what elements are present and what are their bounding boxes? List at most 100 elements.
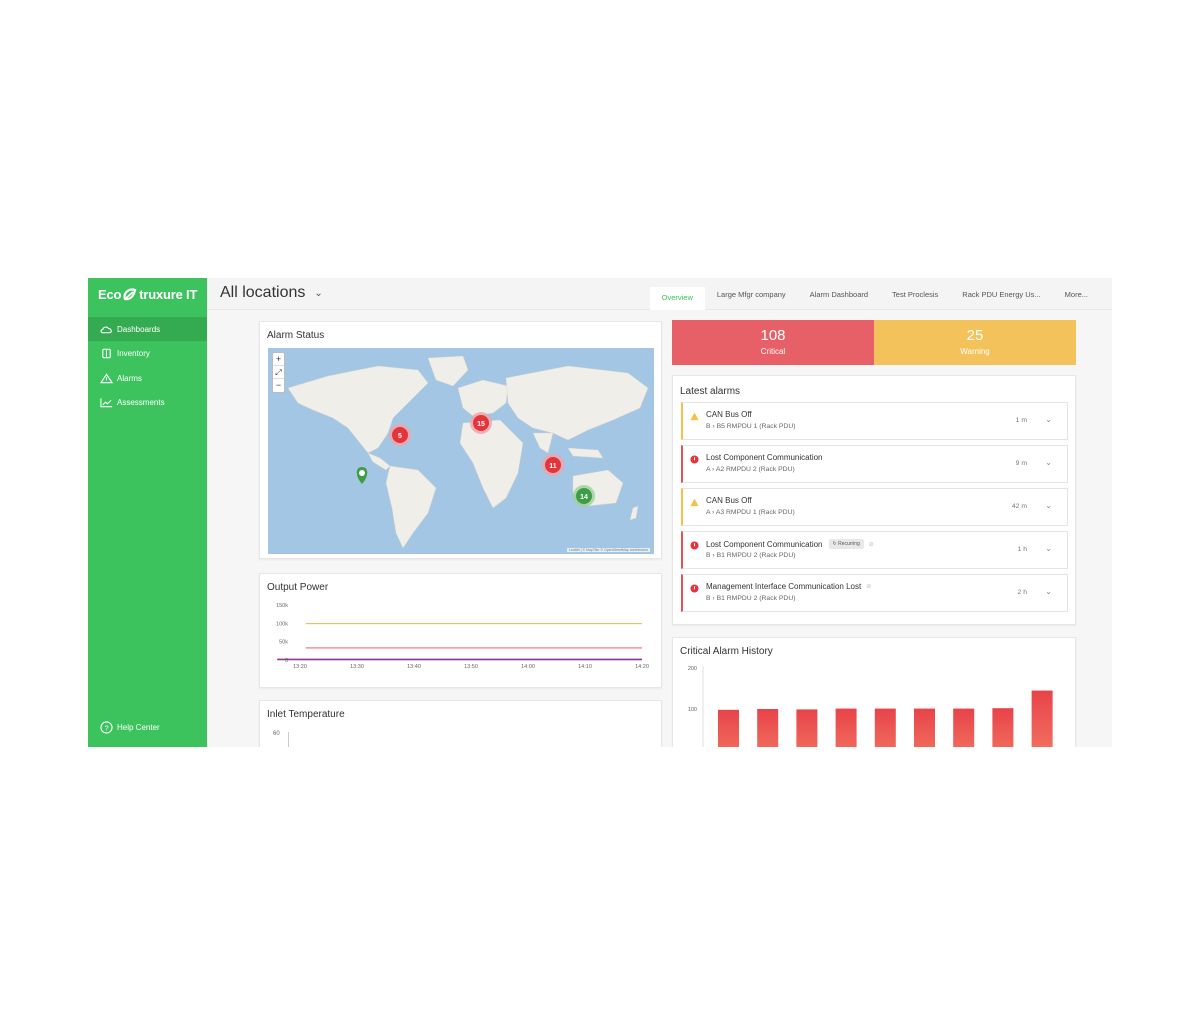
- alarm-time: 2 h: [1017, 589, 1027, 596]
- y-tick-label: 60: [273, 731, 280, 737]
- trend-icon: [100, 397, 113, 408]
- sidebar-item-alarms[interactable]: Alarms: [88, 366, 207, 390]
- tab-overview[interactable]: Overview: [649, 287, 705, 310]
- help-center-label: Help Center: [117, 722, 160, 732]
- alarm-path: B › B1 RMPDU 2 (Rack PDU): [706, 552, 796, 559]
- tab-large-mfgr-company[interactable]: Large Mfgr company: [705, 288, 798, 310]
- tab-more[interactable]: More...: [1053, 288, 1100, 310]
- chevron-down-icon[interactable]: ⌄: [1045, 458, 1052, 467]
- tab-rack-pdu-energy[interactable]: Rack PDU Energy Us...: [950, 288, 1052, 310]
- critical-icon: [690, 584, 699, 593]
- cluster-marker-15[interactable]: 15: [470, 412, 492, 434]
- chevron-down-icon[interactable]: ⌄: [1045, 415, 1052, 424]
- cluster-count: 15: [477, 421, 485, 428]
- sidebar-item-label: Assessments: [117, 398, 165, 407]
- dashboard-tabs: Overview Large Mfgr company Alarm Dashbo…: [649, 287, 1100, 310]
- history-bar: [992, 708, 1014, 747]
- panel-title: Alarm Status: [267, 330, 325, 341]
- warning-icon: [690, 498, 699, 507]
- top-bar: All locations ⌄ Overview Large Mfgr comp…: [207, 278, 1112, 310]
- history-bar: [757, 709, 779, 747]
- location-selector[interactable]: All locations ⌄: [220, 284, 323, 302]
- history-bar: [835, 708, 857, 747]
- alarm-path: B › B1 RMPDU 2 (Rack PDU): [706, 595, 796, 602]
- tab-alarm-dashboard[interactable]: Alarm Dashboard: [798, 288, 880, 310]
- repeat-icon: ↻: [832, 541, 837, 547]
- brand-logo[interactable]: Eco truxure IT: [88, 278, 207, 311]
- alarm-item[interactable]: Lost Component Communication A › A2 RMPD…: [681, 445, 1068, 483]
- panel-title: Output Power: [267, 582, 329, 593]
- chevron-down-icon: ⌄: [314, 287, 323, 299]
- brand-text-right: truxure IT: [139, 287, 198, 302]
- map-markers: 5 15 11 14: [356, 412, 595, 507]
- muted-icon: ⊘: [868, 541, 874, 548]
- alarm-time: 1 m: [1015, 417, 1027, 424]
- warning-count-card[interactable]: 25 Warning: [874, 320, 1076, 365]
- tab-test-proclesis[interactable]: Test Proclesis: [880, 288, 950, 310]
- alarm-path: B › B5 RMPDU 1 (Rack PDU): [706, 423, 796, 430]
- svg-text:?: ?: [104, 723, 108, 732]
- alarm-item[interactable]: CAN Bus Off B › B5 RMPDU 1 (Rack PDU) 1 …: [681, 402, 1068, 440]
- recurring-badge: ↻ Recurring: [828, 539, 864, 549]
- help-center-link[interactable]: ? Help Center: [88, 715, 207, 739]
- cluster-marker-5[interactable]: 5: [389, 424, 411, 446]
- panel-title: Inlet Temperature: [267, 709, 345, 720]
- alarm-title: Lost Component Communication: [706, 539, 823, 549]
- help-icon: ?: [100, 720, 113, 734]
- sidebar-nav: Dashboards Inventory Alarms Assessments: [88, 317, 207, 415]
- warning-label: Warning: [960, 347, 990, 356]
- x-tick-label: 14:10: [578, 664, 592, 670]
- alarm-item[interactable]: Lost Component Communication ↻ Recurring…: [681, 531, 1068, 569]
- critical-alarm-history-panel: Critical Alarm History 200 100: [672, 637, 1076, 747]
- alarm-item[interactable]: Management Interface Communication Lost …: [681, 574, 1068, 612]
- alarm-path: A › A3 RMPDU 1 (Rack PDU): [706, 509, 795, 516]
- chevron-down-icon[interactable]: ⌄: [1045, 501, 1052, 510]
- sidebar-item-label: Dashboards: [117, 324, 161, 334]
- map-attribution[interactable]: Leaflet | © MapTiler © OpenStreetMap con…: [567, 548, 650, 552]
- alarm-title: Lost Component Communication: [706, 453, 823, 462]
- panel-title: Critical Alarm History: [680, 646, 773, 657]
- chevron-down-icon[interactable]: ⌄: [1045, 544, 1052, 553]
- alarm-status-panel: Alarm Status + ⤢ − 5 15 11 14 Leaflet | …: [259, 321, 662, 559]
- critical-alarm-history-chart: 200 100: [688, 666, 1053, 747]
- cluster-count: 11: [549, 463, 557, 470]
- critical-label: Critical: [760, 347, 786, 356]
- x-tick-label: 13:20: [293, 664, 307, 670]
- history-bar: [953, 708, 975, 747]
- x-tick-label: 14:20: [635, 664, 649, 670]
- location-pin-icon[interactable]: [356, 467, 368, 484]
- alarm-title-row: Management Interface Communication Lost …: [706, 582, 871, 591]
- alarm-title-row: Lost Component Communication ↻ Recurring…: [706, 539, 874, 549]
- world-map[interactable]: + ⤢ − 5 15 11 14 Leaflet | © MapTiler © …: [268, 348, 654, 554]
- chevron-down-icon[interactable]: ⌄: [1045, 587, 1052, 596]
- app-window: Eco truxure IT Dashboards Inventory Alar…: [88, 278, 1112, 747]
- cluster-marker-11[interactable]: 11: [542, 454, 564, 476]
- alarm-title: CAN Bus Off: [706, 410, 752, 419]
- sidebar-item-assessments[interactable]: Assessments: [88, 391, 207, 415]
- critical-count-card[interactable]: 108 Critical: [672, 320, 874, 365]
- history-bar: [1031, 690, 1053, 747]
- output-power-panel: Output Power 150k 100k 50k 0 13:20 13:30 13:40…: [259, 573, 662, 688]
- alarm-path: A › A2 RMPDU 2 (Rack PDU): [706, 466, 795, 473]
- x-tick-label: 14:00: [521, 664, 535, 670]
- sidebar-item-label: Alarms: [117, 373, 142, 383]
- alarm-time: 42 m: [1011, 503, 1027, 510]
- sidebar-item-inventory[interactable]: Inventory: [88, 342, 207, 366]
- x-tick-label: 13:40: [407, 664, 421, 670]
- location-label: All locations: [220, 284, 306, 301]
- y-tick-label: 100k: [276, 621, 288, 627]
- warning-icon: [100, 372, 113, 384]
- critical-count: 108: [760, 327, 786, 344]
- inlet-temperature-panel: Inlet Temperature 60: [259, 700, 662, 747]
- y-tick-label: 50k: [279, 640, 288, 646]
- sidebar-item-dashboards[interactable]: Dashboards: [88, 317, 207, 341]
- latest-alarms-panel: Latest alarms CAN Bus Off B › B5 RMPDU 1…: [672, 375, 1076, 625]
- cluster-marker-14[interactable]: 14: [573, 485, 595, 507]
- cluster-count: 14: [580, 494, 588, 501]
- alarm-item[interactable]: CAN Bus Off A › A3 RMPDU 1 (Rack PDU) 42…: [681, 488, 1068, 526]
- output-power-chart: 150k100k50k013:20 13:30 13:40 13:50 14:00 14:…: [276, 603, 649, 670]
- warning-count: 25: [966, 327, 984, 344]
- y-tick-label: 150k: [276, 603, 288, 609]
- muted-icon: ⊘: [866, 584, 872, 590]
- x-tick-label: 13:50: [464, 664, 478, 670]
